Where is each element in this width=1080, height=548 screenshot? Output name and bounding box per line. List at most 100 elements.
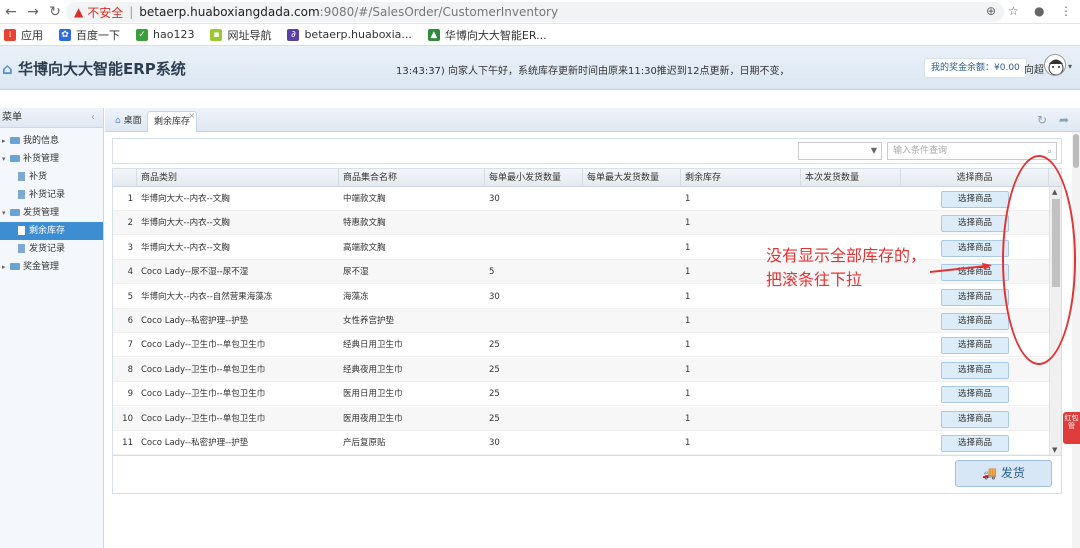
- url-path: :9080/#/SalesOrder/CustomerInventory: [319, 5, 559, 19]
- bookmark-label: hao123: [153, 28, 195, 41]
- select-product-button[interactable]: 选择商品: [941, 239, 1009, 257]
- side-tag[interactable]: 红包管: [1063, 412, 1080, 444]
- table-row[interactable]: 7 Coco Lady--卫生巾--单包卫生巾 经典日用卫生巾 25 1 选择商品: [113, 333, 1051, 358]
- insecure-label: 不安全: [87, 5, 124, 20]
- close-icon[interactable]: ×: [188, 106, 195, 126]
- select-product-button[interactable]: 选择商品: [941, 215, 1009, 233]
- sidebar-item-my-info[interactable]: ▸ 我的信息: [0, 132, 103, 150]
- header-category: 商品类别: [137, 169, 339, 187]
- folder-icon: [10, 155, 20, 162]
- table-row[interactable]: 6 Coco Lady--私密护理--护垫 女性养宫护垫 1 选择商品: [113, 309, 1051, 333]
- cell-n: 7: [127, 340, 133, 351]
- erp-logo-icon: ▲: [427, 28, 440, 41]
- cell-max: [583, 358, 681, 382]
- cell-max: [583, 187, 681, 211]
- cell-min: 25: [489, 389, 500, 400]
- bookmark-baidu[interactable]: ✿ 百度一下: [59, 27, 120, 43]
- sidebar-item-remaining-stock[interactable]: 剩余库存: [0, 222, 103, 240]
- filter-select[interactable]: ▼: [798, 142, 882, 160]
- select-product-button[interactable]: 选择商品: [941, 337, 1009, 355]
- cell-max: [583, 211, 681, 235]
- header-set-name: 商品集合名称: [339, 169, 485, 187]
- bookmark-label: 网址导航: [227, 28, 272, 42]
- cell-name: 海藻冻: [343, 291, 369, 302]
- bookmark-label: 应用: [21, 28, 43, 42]
- select-product-button[interactable]: 选择商品: [941, 191, 1009, 208]
- sidebar-item-restock-log[interactable]: 补货记录: [0, 186, 103, 204]
- header-stock: 剩余库存: [681, 169, 801, 187]
- cell-qty[interactable]: [801, 211, 901, 235]
- baidu-icon: ✿: [59, 28, 71, 41]
- sidebar-item-shipping-log[interactable]: 发货记录: [0, 240, 103, 258]
- cell-cat: Coco Lady--卫生巾--单包卫生巾: [141, 413, 266, 424]
- bookmark-betaerp[interactable]: ∂ betaerp.huaboxia...: [287, 28, 412, 41]
- bookmark-erp[interactable]: ▲ 华博向大大智能ER...: [427, 27, 547, 43]
- bonus-balance[interactable]: 我的奖金余额：¥0.00: [924, 58, 1027, 78]
- cell-qty[interactable]: [801, 407, 901, 431]
- menu-icon[interactable]: ⋮: [1060, 4, 1072, 18]
- scroll-down-icon[interactable]: ▼: [1052, 446, 1057, 454]
- expand-icon: ▸: [2, 137, 6, 145]
- app-title: ⌂ 华博向大大智能ERP系统: [2, 60, 186, 78]
- select-product-button[interactable]: 选择商品: [941, 313, 1009, 330]
- zoom-icon[interactable]: ⊕: [986, 4, 996, 18]
- select-product-button[interactable]: 选择商品: [941, 410, 1009, 428]
- select-product-button[interactable]: 选择商品: [941, 435, 1009, 452]
- table-row[interactable]: 10 Coco Lady--卫生巾--单包卫生巾 医用夜用卫生巾 25 1 选择商品: [113, 406, 1051, 431]
- page-scrollbar-thumb[interactable]: [1073, 134, 1079, 168]
- sidebar-item-bonus-mgmt[interactable]: ▸ 奖金管理: [0, 258, 103, 276]
- sidebar-item-restock-mgmt[interactable]: ▾ 补货管理: [0, 150, 103, 168]
- sidebar-item-restock[interactable]: 补货: [0, 168, 103, 186]
- refresh-icon[interactable]: ↻: [1037, 113, 1047, 127]
- star-icon[interactable]: ☆: [1008, 4, 1019, 18]
- cell-qty[interactable]: [801, 187, 901, 211]
- url-field[interactable]: ▲ 不安全 | betaerp.huaboxiangdada.com :9080…: [66, 2, 1004, 22]
- page-scrollbar[interactable]: [1072, 132, 1080, 548]
- sidebar-item-shipping-mgmt[interactable]: ▾ 发货管理: [0, 204, 103, 222]
- table-row[interactable]: 1 华博向大大--内衣--文胸 中端款文胸 30 1 选择商品: [113, 187, 1051, 211]
- betaerp-icon: ∂: [287, 28, 300, 41]
- cell-cat: Coco Lady--卫生巾--单包卫生巾: [141, 340, 266, 351]
- folder-icon: [10, 209, 20, 216]
- annotation-arrow: [930, 263, 992, 273]
- reload-icon[interactable]: ↻: [44, 4, 66, 20]
- user-name[interactable]: 向超: [1024, 61, 1044, 76]
- avatar[interactable]: [1044, 54, 1066, 76]
- share-icon[interactable]: ➦: [1059, 113, 1069, 127]
- cell-cat: Coco Lady--卫生巾--单包卫生巾: [141, 364, 266, 375]
- bookmark-nav[interactable]: ▪ 网址导航: [210, 27, 271, 43]
- table-header: 商品类别 商品集合名称 每单最小发货数量 每单最大发货数量 剩余库存 本次发货数…: [113, 169, 1061, 187]
- table-row[interactable]: 11 Coco Lady--私密护理--护垫 产后复原贴 30 1 选择商品: [113, 431, 1051, 455]
- collapse-icon[interactable]: ‹: [91, 108, 95, 128]
- cell-cat: 华博向大大--内衣--文胸: [141, 194, 230, 204]
- cell-qty[interactable]: [801, 382, 901, 406]
- ship-button[interactable]: 🚚 发货: [955, 460, 1052, 487]
- tab-desktop[interactable]: ⌂ 桌面: [109, 111, 148, 132]
- forward-icon[interactable]: →: [22, 4, 44, 20]
- header-max-qty: 每单最大发货数量: [583, 169, 681, 187]
- header-ship-qty: 本次发货数量: [801, 169, 901, 187]
- bookmark-apps[interactable]: ⁞ 应用: [4, 27, 43, 43]
- back-icon[interactable]: ←: [0, 4, 22, 20]
- folder-icon: [10, 263, 20, 270]
- table-row[interactable]: 9 Coco Lady--卫生巾--单包卫生巾 医用日用卫生巾 25 1 选择商品: [113, 382, 1051, 407]
- cell-qty[interactable]: [801, 309, 901, 333]
- table-row[interactable]: 2 华博向大大--内衣--文胸 特惠款文胸 1 选择商品: [113, 211, 1051, 236]
- tab-remaining-stock[interactable]: 剩余库存 ×: [147, 111, 198, 132]
- cell-qty[interactable]: [801, 431, 901, 455]
- sidebar-header: 菜单 ‹: [0, 108, 103, 128]
- cell-stock: 1: [685, 413, 691, 424]
- cell-n: 6: [127, 316, 133, 326]
- bookmark-hao123[interactable]: ✓ hao123: [136, 28, 194, 41]
- cell-min: [485, 211, 583, 235]
- cell-qty[interactable]: [801, 358, 901, 382]
- cell-qty[interactable]: [801, 333, 901, 357]
- cell-min: [485, 309, 583, 333]
- select-product-button[interactable]: 选择商品: [941, 288, 1009, 306]
- bookmark-label: 华博向大大智能ER...: [444, 28, 547, 42]
- profile-icon[interactable]: ●: [1034, 4, 1044, 18]
- select-product-button[interactable]: 选择商品: [941, 361, 1009, 379]
- table-row[interactable]: 8 Coco Lady--卫生巾--单包卫生巾 经典夜用卫生巾 25 1 选择商品: [113, 357, 1051, 382]
- user-dropdown-icon[interactable]: ▾: [1068, 62, 1072, 71]
- select-product-button[interactable]: 选择商品: [941, 386, 1009, 404]
